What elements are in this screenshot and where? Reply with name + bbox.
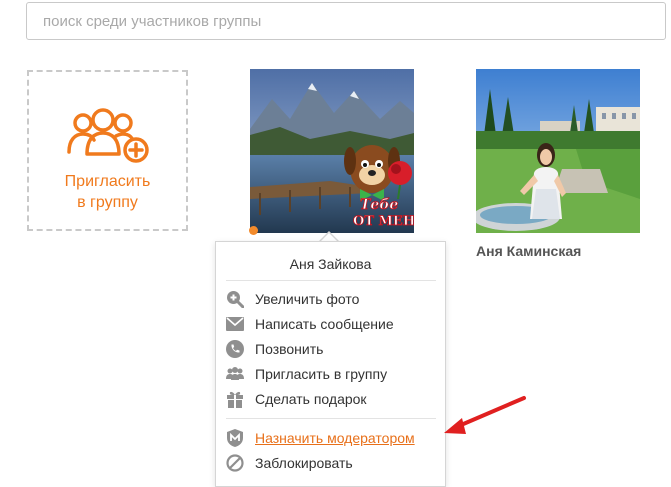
add-users-icon: [67, 108, 149, 163]
menu-item-write-message[interactable]: Написать сообщение: [226, 313, 441, 335]
phone-icon: [226, 340, 244, 358]
member-name-2[interactable]: Аня Каминская: [476, 243, 581, 259]
sticker-text-line1: Тебе: [360, 197, 398, 213]
moderator-shield-icon: [226, 429, 244, 447]
block-icon: [226, 454, 244, 472]
gift-icon: [226, 390, 244, 408]
member-photo-2[interactable]: [476, 69, 640, 233]
menu-item-send-gift[interactable]: Сделать подарок: [226, 388, 441, 410]
menu-item-make-moderator[interactable]: Назначить модератором: [226, 427, 441, 449]
menu-title: Аня Зайкова: [289, 256, 372, 272]
sticker-text-line2: ОТ МЕНЯ: [353, 214, 414, 229]
group-icon: [226, 365, 244, 383]
member-context-menu: Аня Зайкова Увеличить фото Написать сооб…: [215, 241, 446, 487]
menu-divider: [226, 280, 436, 281]
member-photo-1[interactable]: Тебе ОТ МЕНЯ: [250, 69, 414, 233]
menu-item-zoom-photo[interactable]: Увеличить фото: [226, 288, 441, 310]
menu-item-block[interactable]: Заблокировать: [226, 452, 441, 474]
zoom-in-icon: [226, 290, 244, 308]
menu-divider: [226, 418, 436, 419]
search-input[interactable]: [26, 2, 666, 40]
garden-portrait-photo: [476, 69, 640, 233]
online-indicator: [249, 226, 258, 235]
menu-item-invite-to-group[interactable]: Пригласить в группу: [226, 363, 441, 385]
invite-label: Пригласить в группу: [64, 173, 151, 211]
menu-item-call[interactable]: Позвонить: [226, 338, 441, 360]
envelope-icon: [226, 315, 244, 333]
invite-to-group-button[interactable]: Пригласить в группу: [27, 70, 188, 231]
mountain-lake-photo: Тебе ОТ МЕНЯ: [250, 69, 414, 233]
annotation-arrow-icon: [444, 396, 526, 434]
